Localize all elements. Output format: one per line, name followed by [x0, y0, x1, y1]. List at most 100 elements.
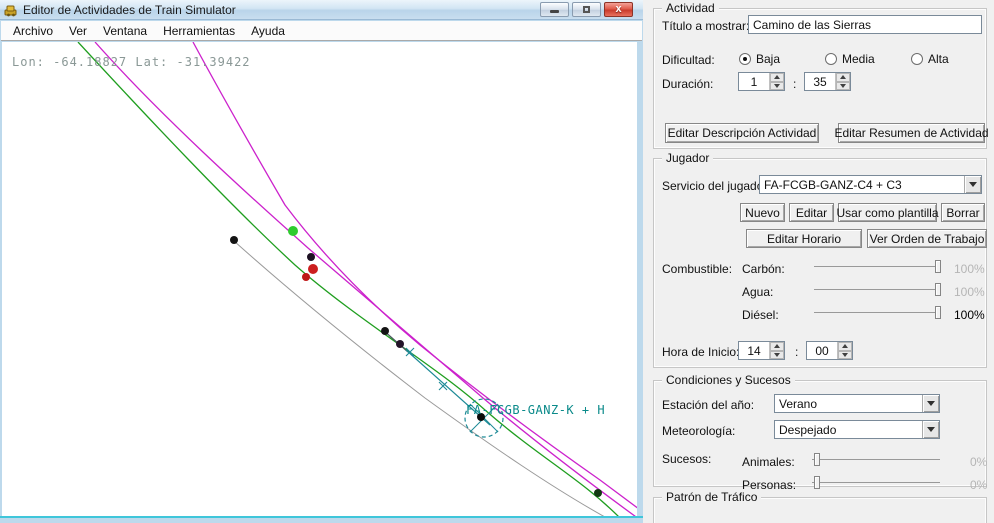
hora-minutes-spinner[interactable]: 00: [806, 341, 853, 360]
group-jugador: Jugador Servicio del jugador: FA-FCGB-GA…: [653, 158, 987, 368]
map-point[interactable]: [307, 253, 315, 261]
personas-slider[interactable]: [812, 476, 940, 489]
map-point[interactable]: [396, 340, 404, 348]
slider-thumb[interactable]: [935, 283, 941, 296]
fuel-diesel-label: Diésel:: [742, 308, 779, 322]
hora-inicio-label: Hora de Inicio:: [662, 345, 739, 359]
map-dots: [230, 226, 602, 497]
radio-alta[interactable]: Alta: [911, 52, 949, 66]
menu-ayuda[interactable]: Ayuda: [243, 22, 293, 40]
spin-down-icon[interactable]: [770, 351, 784, 360]
map-point[interactable]: [381, 327, 389, 335]
titulo-label: Título a mostrar:: [662, 19, 749, 33]
editar-descripcion-button[interactable]: Editar Descripción Actividad: [665, 123, 819, 143]
slider-thumb[interactable]: [935, 260, 941, 273]
nuevo-button[interactable]: Nuevo: [740, 203, 785, 222]
spin-up-icon[interactable]: [838, 342, 852, 351]
dropdown-arrow-icon[interactable]: [922, 421, 939, 438]
restore-button[interactable]: [572, 2, 601, 17]
duracion-minutes-spinner[interactable]: 35: [804, 72, 851, 91]
servicio-value: FA-FCGB-GANZ-C4 + C3: [760, 176, 964, 193]
minimize-icon: [550, 10, 559, 13]
sucesos-label: Sucesos:: [662, 452, 711, 466]
duracion-label: Duración:: [662, 77, 713, 91]
estacion-value: Verano: [775, 395, 922, 412]
map-canvas[interactable]: Lon: -64.18827 Lat: -31.39422 FA-FCGB-GA…: [2, 42, 637, 516]
window-title: Editor de Actividades de Train Simulator: [23, 3, 236, 17]
map-window: Editor de Actividades de Train Simulator…: [0, 0, 643, 523]
fuel-agua-label: Agua:: [742, 285, 773, 299]
combustible-label: Combustible:: [662, 262, 732, 276]
titulo-input[interactable]: Camino de las Sierras: [748, 15, 982, 34]
estacion-dropdown[interactable]: Verano: [774, 394, 940, 413]
close-button[interactable]: x: [604, 2, 633, 17]
estacion-label: Estación del año:: [662, 398, 754, 412]
radio-icon[interactable]: [825, 53, 837, 65]
menu-ventana[interactable]: Ventana: [95, 22, 155, 40]
dropdown-arrow-icon[interactable]: [922, 395, 939, 412]
spin-down-icon[interactable]: [838, 351, 852, 360]
animales-label: Animales:: [742, 455, 795, 469]
route-line-magenta-east: [193, 42, 637, 512]
route-line-grey: [234, 241, 614, 516]
radio-media[interactable]: Media: [825, 52, 875, 66]
map-point[interactable]: [288, 226, 298, 236]
group-condiciones-label: Condiciones y Sucesos: [662, 373, 795, 387]
fuel-diesel-slider[interactable]: [814, 306, 941, 319]
hora-minutes-value: 00: [807, 342, 837, 359]
radio-baja[interactable]: Baja: [739, 52, 780, 66]
map-point[interactable]: [594, 489, 602, 497]
spin-down-icon[interactable]: [836, 82, 850, 91]
spin-down-icon[interactable]: [770, 82, 784, 91]
borrar-button[interactable]: Borrar: [941, 203, 985, 222]
fuel-carbon-percent: 100%: [954, 262, 985, 276]
dificultad-label: Dificultad:: [662, 53, 715, 67]
hora-hours-spinner[interactable]: 14: [738, 341, 785, 360]
spin-up-icon[interactable]: [770, 342, 784, 351]
servicio-label: Servicio del jugador:: [662, 179, 771, 193]
fuel-carbon-slider[interactable]: [814, 260, 941, 273]
minimize-button[interactable]: [540, 2, 569, 17]
duracion-hours-spinner[interactable]: 1: [738, 72, 785, 91]
slider-track: [814, 289, 941, 290]
spin-up-icon[interactable]: [836, 73, 850, 82]
fuel-agua-percent: 100%: [954, 285, 985, 299]
slider-track: [812, 482, 940, 483]
dropdown-arrow-icon[interactable]: [964, 176, 981, 193]
map-point[interactable]: [230, 236, 238, 244]
menu-archivo[interactable]: Archivo: [5, 22, 61, 40]
animales-slider[interactable]: [812, 453, 940, 466]
editar-button[interactable]: Editar: [789, 203, 834, 222]
group-actividad: Actividad Título a mostrar: Camino de la…: [653, 8, 987, 149]
fuel-agua-slider[interactable]: [814, 283, 941, 296]
hora-hours-value: 14: [739, 342, 769, 359]
usar-plantilla-button[interactable]: Usar como plantilla: [838, 203, 937, 222]
service-label: FA-FCGB-GANZ-K + H: [466, 403, 605, 417]
radio-icon[interactable]: [911, 53, 923, 65]
route-line-magenta-west: [95, 42, 637, 516]
slider-thumb[interactable]: [935, 306, 941, 319]
meteorologia-label: Meteorología:: [662, 424, 735, 438]
editar-resumen-button[interactable]: Editar Resumen de Actividad: [838, 123, 985, 143]
spin-up-icon[interactable]: [770, 73, 784, 82]
map-point[interactable]: [302, 273, 310, 281]
group-patron: Patrón de Tráfico: [653, 497, 987, 523]
group-jugador-label: Jugador: [662, 151, 713, 165]
duracion-colon: :: [793, 77, 796, 91]
radio-icon[interactable]: [739, 53, 751, 65]
menu-ver[interactable]: Ver: [61, 22, 95, 40]
slider-track: [814, 266, 941, 267]
editar-horario-button[interactable]: Editar Horario: [746, 229, 862, 248]
map-point[interactable]: [308, 264, 318, 274]
slider-thumb[interactable]: [814, 453, 820, 466]
group-patron-label: Patrón de Tráfico: [662, 490, 761, 504]
close-icon: x: [615, 4, 621, 15]
properties-panel: Actividad Título a mostrar: Camino de la…: [645, 0, 994, 523]
slider-thumb[interactable]: [814, 476, 820, 489]
ver-orden-button[interactable]: Ver Orden de Trabajo: [867, 229, 987, 248]
route-map: [2, 42, 637, 516]
servicio-dropdown[interactable]: FA-FCGB-GANZ-C4 + C3: [759, 175, 982, 194]
menu-herramientas[interactable]: Herramientas: [155, 22, 243, 40]
meteorologia-dropdown[interactable]: Despejado: [774, 420, 940, 439]
titlebar[interactable]: Editor de Actividades de Train Simulator…: [0, 0, 643, 20]
